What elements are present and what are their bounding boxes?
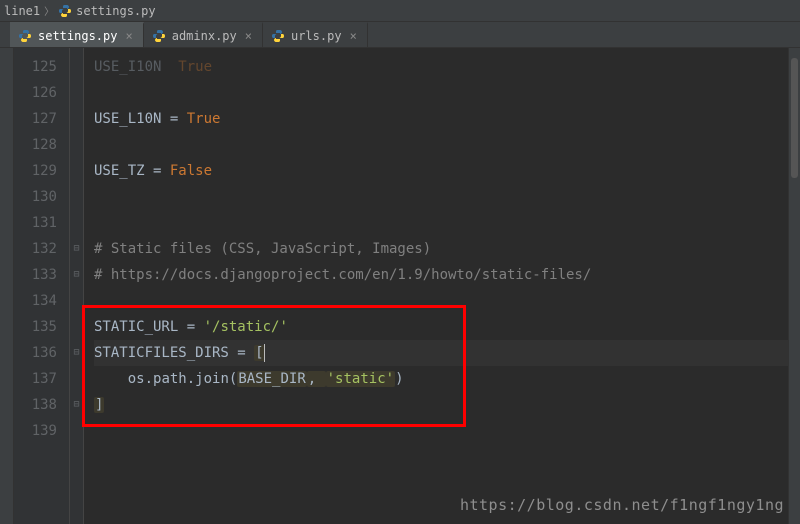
- fold-gutter[interactable]: ⊟ ⊟ ⊟ ⊟: [70, 48, 84, 524]
- token: BASE_DIR: [237, 371, 306, 387]
- tab-label: urls.py: [291, 29, 342, 43]
- text-caret: [264, 344, 265, 362]
- code-line[interactable]: [94, 418, 800, 444]
- token: USE_I10N: [94, 59, 161, 75]
- breadcrumb-label: line1: [4, 4, 40, 18]
- line-number: 136: [14, 340, 57, 366]
- close-icon[interactable]: ×: [243, 29, 254, 43]
- line-number: 134: [14, 288, 57, 314]
- editor-tab[interactable]: settings.py ×: [10, 22, 144, 47]
- code-line[interactable]: os.path.join(BASE_DIR, 'static'): [94, 366, 800, 392]
- token: =: [161, 111, 186, 127]
- token: =: [229, 345, 254, 361]
- code-line[interactable]: # https://docs.djangoproject.com/en/1.9/…: [94, 262, 800, 288]
- breadcrumb-label: settings.py: [76, 4, 155, 18]
- line-number: 126: [14, 80, 57, 106]
- code-line[interactable]: [94, 184, 800, 210]
- token: [161, 59, 178, 75]
- code-area[interactable]: USE_I10N TrueUSE_L10N = TrueUSE_TZ = Fal…: [84, 48, 800, 524]
- tab-label: settings.py: [38, 29, 117, 43]
- code-line[interactable]: # Static files (CSS, JavaScript, Images): [94, 236, 800, 262]
- token: True: [187, 111, 221, 127]
- close-icon[interactable]: ×: [348, 29, 359, 43]
- line-number: 139: [14, 418, 57, 444]
- line-number: 131: [14, 210, 57, 236]
- python-file-icon: [152, 29, 166, 43]
- token: # https://docs.djangoproject.com/en/1.9/…: [94, 267, 591, 283]
- line-number: 125: [14, 54, 57, 80]
- code-line[interactable]: USE_L10N = True: [94, 106, 800, 132]
- token: True: [178, 59, 212, 75]
- vertical-scrollbar[interactable]: [788, 48, 800, 524]
- line-number: 129: [14, 158, 57, 184]
- line-number: 138: [14, 392, 57, 418]
- token: STATIC_URL: [94, 319, 178, 335]
- python-file-icon: [58, 4, 72, 18]
- line-number: 133: [14, 262, 57, 288]
- editor-tab[interactable]: urls.py ×: [263, 22, 368, 47]
- line-number: 127: [14, 106, 57, 132]
- editor[interactable]: 1251261271281291301311321331341351361371…: [0, 48, 800, 524]
- code-line[interactable]: STATICFILES_DIRS = [: [94, 340, 800, 366]
- token: False: [170, 163, 212, 179]
- code-line[interactable]: USE_I10N True: [94, 54, 800, 80]
- token: join: [195, 371, 229, 387]
- token: ): [395, 371, 403, 387]
- line-number: 130: [14, 184, 57, 210]
- line-number: 128: [14, 132, 57, 158]
- code-line[interactable]: USE_TZ = False: [94, 158, 800, 184]
- token: '/static/': [204, 319, 288, 335]
- code-line[interactable]: ]: [94, 392, 800, 418]
- code-line[interactable]: [94, 132, 800, 158]
- token: USE_TZ: [94, 163, 145, 179]
- code-line[interactable]: STATIC_URL = '/static/': [94, 314, 800, 340]
- fold-open-icon[interactable]: ⊟: [71, 347, 82, 358]
- python-file-icon: [271, 29, 285, 43]
- fold-open-icon[interactable]: ⊟: [71, 243, 82, 254]
- token: .: [145, 371, 153, 387]
- token: os: [128, 371, 145, 387]
- token: 'static': [326, 371, 395, 387]
- breadcrumb: line1 〉 settings.py: [0, 0, 800, 22]
- code-line[interactable]: [94, 80, 800, 106]
- token: ]: [94, 397, 104, 413]
- token: ,: [307, 371, 326, 387]
- left-tool-gutter: [0, 48, 14, 524]
- token: =: [178, 319, 203, 335]
- token: .: [187, 371, 195, 387]
- token: STATICFILES_DIRS: [94, 345, 229, 361]
- token: path: [153, 371, 187, 387]
- breadcrumb-separator: 〉: [44, 3, 54, 18]
- token: # Static files (CSS, JavaScript, Images): [94, 241, 431, 257]
- line-number: 135: [14, 314, 57, 340]
- code-line[interactable]: [94, 210, 800, 236]
- line-number: 132: [14, 236, 57, 262]
- line-number: 137: [14, 366, 57, 392]
- fold-close-icon[interactable]: ⊟: [71, 269, 82, 280]
- token: =: [145, 163, 170, 179]
- editor-tab[interactable]: adminx.py ×: [144, 22, 263, 47]
- fold-close-icon[interactable]: ⊟: [71, 399, 82, 410]
- close-icon[interactable]: ×: [123, 29, 134, 43]
- tab-label: adminx.py: [172, 29, 237, 43]
- token: [94, 371, 128, 387]
- editor-tabbar: settings.py × adminx.py × urls.py ×: [0, 22, 800, 48]
- scrollbar-thumb[interactable]: [791, 58, 798, 178]
- breadcrumb-item[interactable]: settings.py: [58, 4, 155, 18]
- breadcrumb-item[interactable]: line1: [4, 4, 40, 18]
- python-file-icon: [18, 29, 32, 43]
- code-line[interactable]: [94, 288, 800, 314]
- token: USE_L10N: [94, 111, 161, 127]
- line-number-gutter: 1251261271281291301311321331341351361371…: [14, 48, 70, 524]
